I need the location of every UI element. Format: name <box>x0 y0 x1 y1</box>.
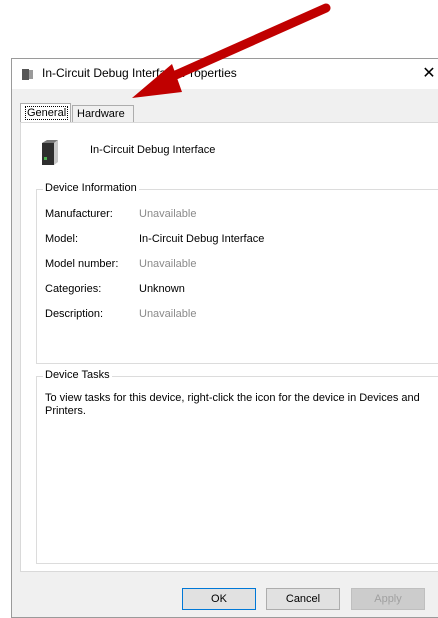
close-button[interactable]: ✕ <box>412 59 438 89</box>
apply-button: Apply <box>351 588 425 610</box>
device-title-icon <box>22 69 33 80</box>
device-information-group: Device Information Manufacturer: Unavaila… <box>36 182 438 364</box>
info-row-manufacturer: Manufacturer: Unavailable <box>45 208 196 220</box>
info-label: Model: <box>45 233 79 245</box>
info-label: Categories: <box>45 283 102 295</box>
info-row-model-number: Model number: Unavailable <box>45 258 196 270</box>
window-title: In-Circuit Debug Interface Properties <box>42 66 237 80</box>
tab-hardware[interactable]: Hardware <box>72 105 134 122</box>
properties-dialog: In-Circuit Debug Interface Properties ✕ … <box>11 58 438 618</box>
info-value: Unknown <box>139 283 185 295</box>
general-tab-panel: In-Circuit Debug Interface Device Inform… <box>20 122 438 572</box>
cancel-button[interactable]: Cancel <box>266 588 340 610</box>
info-row-model: Model: In-Circuit Debug Interface <box>45 233 264 245</box>
info-value: In-Circuit Debug Interface <box>139 233 265 245</box>
info-row-categories: Categories: Unknown <box>45 283 185 295</box>
info-label: Model number: <box>45 258 119 270</box>
title-bar[interactable]: In-Circuit Debug Interface Properties ✕ <box>12 59 438 89</box>
device-information-title: Device Information <box>43 182 139 194</box>
device-tasks-text: To view tasks for this device, right-cli… <box>45 392 420 417</box>
info-label: Description: <box>45 308 104 320</box>
device-name: In-Circuit Debug Interface <box>90 144 216 156</box>
tab-general[interactable]: General <box>20 103 71 122</box>
device-tasks-title: Device Tasks <box>43 369 112 381</box>
info-value: Unavailable <box>139 258 197 270</box>
info-value: Unavailable <box>139 308 197 320</box>
tab-general-label: General <box>25 106 69 120</box>
tab-hardware-label: Hardware <box>77 108 125 120</box>
device-tasks-group: Device Tasks To view tasks for this devi… <box>36 369 438 564</box>
info-row-description: Description: Unavailable <box>45 308 196 320</box>
info-value: Unavailable <box>139 208 197 220</box>
ok-button[interactable]: OK <box>182 588 256 610</box>
device-icon <box>42 140 58 165</box>
info-label: Manufacturer: <box>45 208 113 220</box>
